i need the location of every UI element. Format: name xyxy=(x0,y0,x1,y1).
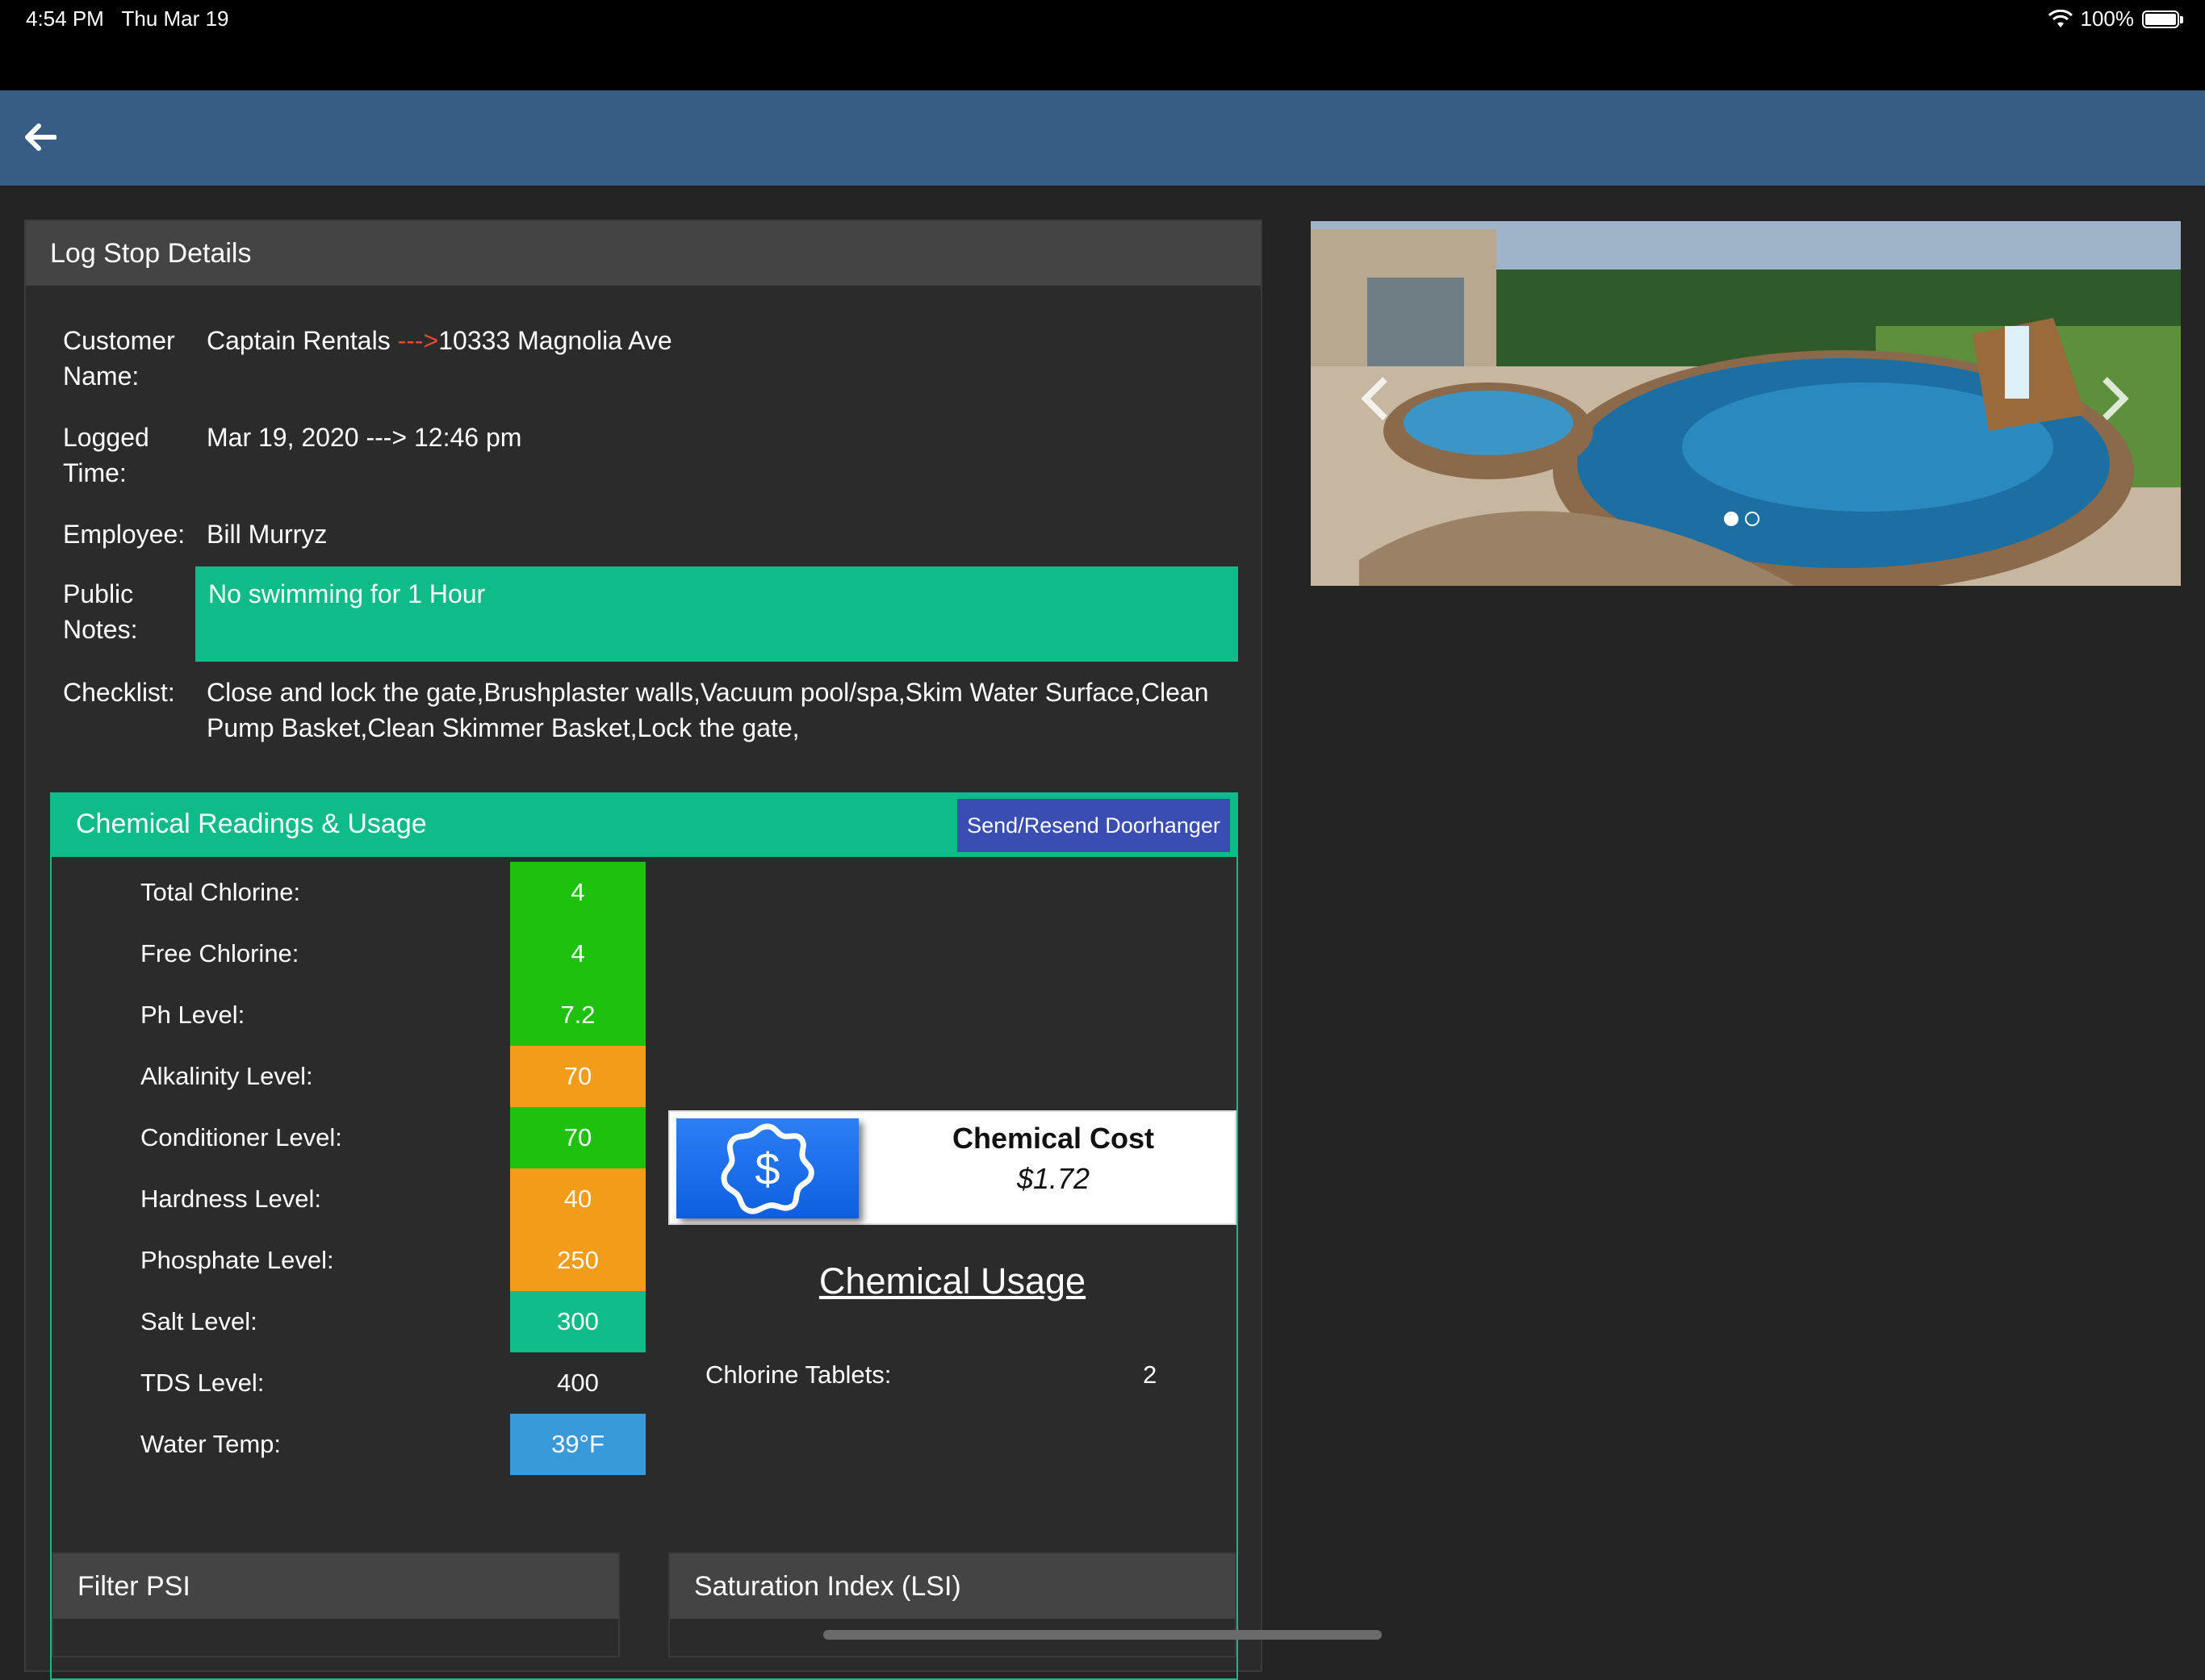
customer-name-value: Captain Rentals --->10333 Magnolia Ave xyxy=(207,323,1224,358)
chemical-title: Chemical Readings & Usage xyxy=(76,809,427,839)
carousel-dot-1[interactable] xyxy=(1724,512,1738,526)
label-line: Name: xyxy=(63,361,140,391)
lsi-title: Saturation Index (LSI) xyxy=(670,1554,1235,1619)
reading-label: Total Chlorine: xyxy=(140,878,301,906)
usage-label: Chlorine Tablets: xyxy=(705,1360,892,1389)
checklist-value: Close and lock the gate,Brushplaster wal… xyxy=(207,675,1224,746)
public-notes-box: No swimming for 1 Hour xyxy=(195,566,1238,662)
send-doorhanger-button[interactable]: Send/Resend Doorhanger xyxy=(957,799,1230,852)
status-right: 100% xyxy=(2048,6,2183,31)
reading-value: 300 xyxy=(510,1291,646,1352)
chevron-right-icon xyxy=(2102,377,2129,420)
reading-value: 250 xyxy=(510,1230,646,1291)
public-notes-value: No swimming for 1 Hour xyxy=(208,579,486,608)
employee-value: Bill Murryz xyxy=(207,520,328,549)
chevron-left-icon xyxy=(1361,377,1387,420)
label-line: Time: xyxy=(63,458,127,487)
reading-value: 70 xyxy=(510,1107,646,1168)
svg-text:$: $ xyxy=(755,1143,780,1194)
dollar-icon: $ xyxy=(721,1123,814,1214)
reading-label: Phosphate Level: xyxy=(140,1246,334,1274)
chemical-readings-section: Chemical Readings & Usage Send/Resend Do… xyxy=(50,792,1238,1680)
arrow-text: ---> xyxy=(397,326,439,355)
reading-value: 400 xyxy=(557,1369,599,1397)
chemical-header: Chemical Readings & Usage Send/Resend Do… xyxy=(52,794,1236,857)
employee-label: Employee: xyxy=(63,520,186,549)
reading-value: 7.2 xyxy=(510,984,646,1046)
chemical-cost-box: $ Chemical Cost $1.72 xyxy=(668,1110,1236,1225)
public-notes-label: Public Notes: xyxy=(63,576,204,647)
dollar-badge-icon: $ xyxy=(676,1118,859,1218)
filter-psi-card: Filter PSI xyxy=(52,1553,620,1657)
label-line: Notes: xyxy=(63,615,138,644)
chemical-usage-title: Chemical Usage xyxy=(818,1260,1086,1302)
reading-label: TDS Level: xyxy=(140,1369,265,1397)
carousel-prev-button[interactable] xyxy=(1359,374,1391,427)
logged-time-value: Mar 19, 2020 ---> 12:46 pm xyxy=(207,423,522,452)
arrow-left-icon xyxy=(25,123,56,151)
checklist-line: Close and lock the gate,Brushplaster wal… xyxy=(207,678,1209,707)
chemical-cost-label: Chemical Cost xyxy=(952,1122,1155,1155)
filter-psi-title: Filter PSI xyxy=(53,1554,618,1619)
status-bar: 4:54 PM Thu Mar 19 100% xyxy=(0,0,2205,90)
label-line: Public xyxy=(63,579,134,608)
home-indicator xyxy=(823,1630,1382,1640)
reading-value: 40 xyxy=(510,1168,646,1230)
usage-value: 2 xyxy=(1143,1360,1157,1389)
checklist-line: Pump Basket,Clean Skimmer Basket,Lock th… xyxy=(207,713,800,742)
customer-address: 10333 Magnolia Ave xyxy=(438,326,672,355)
label-line: Logged xyxy=(63,423,149,452)
checklist-label: Checklist: xyxy=(63,678,175,707)
reading-value: 70 xyxy=(510,1046,646,1107)
customer-name-label: Customer Name: xyxy=(63,323,204,394)
wifi-icon xyxy=(2048,9,2073,27)
carousel-next-button[interactable] xyxy=(2098,374,2131,427)
app-bar xyxy=(0,90,2205,186)
log-stop-details-card: Log Stop Details Customer Name: Captain … xyxy=(24,219,1262,1680)
reading-label: Alkalinity Level: xyxy=(140,1062,313,1090)
reading-value: 4 xyxy=(510,923,646,984)
battery-icon xyxy=(2142,10,2183,28)
customer-name: Captain Rentals xyxy=(207,326,398,355)
reading-label: Ph Level: xyxy=(140,1001,245,1029)
reading-value: 4 xyxy=(510,862,646,923)
card-title: Log Stop Details xyxy=(26,221,1261,286)
reading-label: Free Chlorine: xyxy=(140,939,299,967)
chemical-cost-value: $1.72 xyxy=(1016,1162,1090,1195)
battery-percent: 100% xyxy=(2080,6,2135,31)
carousel-dot-2[interactable] xyxy=(1745,512,1759,526)
carousel-dots xyxy=(1724,512,1759,526)
lsi-card: Saturation Index (LSI) xyxy=(668,1553,1236,1657)
label-line: Customer xyxy=(63,326,175,355)
date-text: Thu Mar 19 xyxy=(121,6,229,31)
pool-photo xyxy=(1311,221,2181,586)
back-button[interactable] xyxy=(18,115,63,160)
status-time: 4:54 PM Thu Mar 19 xyxy=(26,6,228,31)
reading-label: Conditioner Level: xyxy=(140,1123,342,1151)
pool-photo-carousel[interactable] xyxy=(1311,221,2181,586)
reading-label: Hardness Level: xyxy=(140,1185,322,1213)
logged-time-label: Logged Time: xyxy=(63,420,204,491)
time-text: 4:54 PM xyxy=(26,6,104,31)
reading-label: Water Temp: xyxy=(140,1430,281,1458)
reading-value: 39°F xyxy=(510,1414,646,1475)
reading-label: Salt Level: xyxy=(140,1307,257,1335)
